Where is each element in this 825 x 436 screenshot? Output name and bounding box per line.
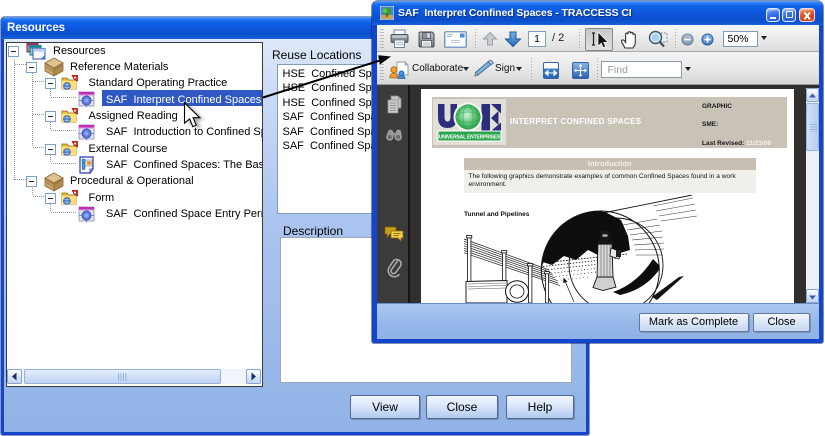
svg-text:UNIVERSAL ENTERPRISES: UNIVERSAL ENTERPRISES <box>439 135 501 141</box>
